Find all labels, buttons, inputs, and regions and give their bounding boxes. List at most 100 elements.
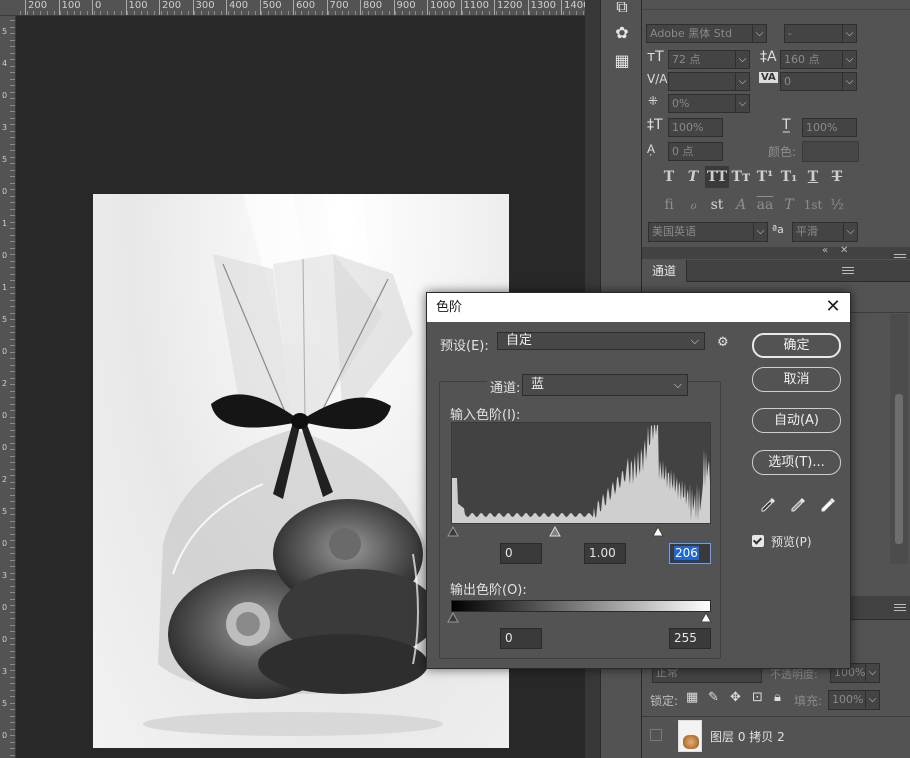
ruler-label: 3 — [2, 123, 8, 132]
baseline-shift-icon: A᷊ — [647, 142, 656, 156]
channels-scrollbar[interactable] — [890, 314, 908, 564]
ruler-label: 0 — [2, 603, 8, 612]
grid-table-icon[interactable]: ▦ — [612, 52, 632, 70]
subscript-toggle[interactable]: T₁ — [777, 166, 801, 188]
strikethrough-toggle[interactable]: T — [825, 166, 849, 188]
swatches-palette-icon[interactable]: ✿ — [612, 24, 632, 42]
output-levels-label: 输出色阶(O): — [450, 583, 527, 598]
options-button[interactable]: 选项(T)... — [752, 450, 841, 475]
leading-field[interactable]: 160 点 ⌵ — [780, 50, 857, 69]
input-levels-label: 输入色阶(I): — [450, 408, 521, 423]
lock-image-icon[interactable]: ✎ — [708, 690, 719, 705]
underline-toggle[interactable]: T — [801, 166, 825, 188]
stylistic-alternates-toggle[interactable]: aa — [753, 194, 777, 216]
horizontal-scale-field[interactable]: 100% — [802, 118, 857, 137]
all-caps-toggle[interactable]: TT — [705, 166, 729, 188]
lock-transparent-icon[interactable]: ▦ — [686, 690, 698, 705]
tracking-icon: VA — [759, 72, 778, 83]
close-panel-icon[interactable]: ✕ — [840, 245, 848, 256]
dialog-titlebar[interactable]: 色阶 ✕ — [427, 293, 850, 322]
font-size-icon: ᴛT — [647, 49, 664, 65]
ordinals-toggle[interactable]: 1st — [801, 194, 825, 216]
tab-channels[interactable]: 通道 — [642, 260, 688, 282]
small-caps-toggle[interactable]: Tт — [729, 166, 753, 188]
faux-bold-toggle[interactable]: T — [657, 166, 681, 188]
output-white-slider[interactable] — [700, 612, 712, 623]
tsume-field[interactable]: 0% ⌵ — [668, 94, 750, 113]
antialias-select[interactable]: 平滑 ⌵ — [792, 222, 858, 242]
input-white-slider[interactable] — [652, 526, 664, 537]
close-icon[interactable]: ✕ — [823, 297, 843, 317]
preview-checkbox[interactable] — [752, 535, 764, 547]
antialias-icon: ªa — [772, 223, 784, 236]
ruler-label: 0 — [2, 187, 8, 196]
ruler-label: 0 — [2, 347, 8, 356]
channels-panel-header: 通道 — [642, 260, 910, 282]
language-select[interactable]: 美国英语 ⌵ — [648, 222, 768, 242]
lock-position-icon[interactable]: ✥ — [730, 690, 741, 705]
preset-select[interactable]: 自定 ⌵ — [497, 332, 705, 350]
font-style-select[interactable]: - ⌵ — [784, 24, 857, 43]
input-gamma-slider[interactable] — [549, 526, 561, 537]
input-slider-track[interactable] — [445, 526, 717, 538]
preset-options-gear-icon[interactable]: ⚙ — [717, 335, 729, 350]
layer-row[interactable]: 图层 0 拷贝 2 — [642, 716, 910, 758]
discretionary-ligatures-toggle[interactable]: st — [705, 194, 729, 216]
fractions-toggle[interactable]: ½ — [825, 194, 849, 216]
channel-select[interactable]: 蓝 ⌵ — [522, 374, 688, 396]
titling-alternates-toggle[interactable]: T — [777, 194, 801, 216]
black-eyedropper-icon[interactable] — [759, 496, 777, 514]
ok-button[interactable]: 确定 — [752, 333, 841, 358]
auto-button[interactable]: 自动(A) — [752, 408, 841, 433]
input-black-field[interactable]: 0 — [500, 543, 542, 564]
input-gamma-field[interactable]: 1.00 — [584, 543, 626, 564]
output-slider-track[interactable] — [445, 612, 717, 624]
layer-thumbnail — [678, 720, 702, 752]
cancel-button[interactable]: 取消 — [752, 367, 841, 392]
white-eyedropper-icon[interactable] — [819, 496, 837, 514]
old-style-toggle[interactable]: ℴ — [681, 194, 705, 216]
ruler-label: 1100 — [460, 0, 489, 15]
ruler-label: 200 — [24, 0, 48, 15]
font-family-select[interactable]: Adobe 黑体 Std ⌵ — [646, 24, 767, 43]
ruler-label: 1200 — [493, 0, 523, 15]
channels-menu-icon[interactable] — [842, 267, 854, 277]
photoshop-window: 200 100 0 100 200 300 400 500 600 700 800 900 1000 11… — [0, 0, 910, 758]
output-black-field[interactable]: 0 — [500, 628, 542, 649]
lock-all-icon[interactable]: 🔒︎ — [774, 690, 781, 705]
input-white-field[interactable]: 206 — [669, 543, 711, 564]
font-size-field[interactable]: 72 点 ⌵ — [668, 50, 750, 69]
panel-collapse-bar[interactable]: « ✕ — [642, 245, 910, 259]
ruler-label: 0 — [2, 251, 8, 260]
baseline-shift-field[interactable]: 0 点 — [668, 142, 723, 161]
kerning-field[interactable]: ⌵ — [668, 72, 750, 91]
tsume-icon: ⁜ — [648, 94, 659, 108]
preview-label: 预览(P) — [771, 535, 812, 549]
layer-visibility-toggle[interactable] — [650, 729, 662, 741]
ruler-label: 5 — [2, 699, 8, 708]
layers-menu-icon[interactable] — [894, 604, 906, 614]
collapse-icon[interactable]: « — [822, 245, 828, 256]
text-color-swatch[interactable] — [802, 141, 859, 162]
layer-name[interactable]: 图层 0 拷贝 2 — [710, 728, 785, 745]
superscript-toggle[interactable]: T¹ — [753, 166, 777, 188]
ruler-label: 600 — [292, 0, 316, 15]
input-black-slider[interactable] — [447, 526, 459, 537]
history-icon[interactable]: ⧉ — [612, 0, 632, 16]
ligatures-toggle[interactable]: fi — [657, 194, 681, 216]
preset-label: 预设(E): — [440, 339, 489, 354]
fill-field[interactable]: 100% ⌵ — [828, 690, 880, 710]
ruler-label: 0 — [2, 443, 8, 452]
tracking-field[interactable]: 0 ⌵ — [780, 72, 857, 91]
ruler-label: 300 — [192, 0, 215, 15]
output-black-slider[interactable] — [447, 612, 459, 623]
faux-italic-toggle[interactable]: T — [681, 166, 705, 188]
lock-artboard-icon[interactable]: ⊡ — [752, 690, 763, 705]
vertical-scale-field[interactable]: 100% — [668, 118, 723, 137]
ruler-label: 400 — [225, 0, 249, 15]
gray-eyedropper-icon[interactable] — [789, 496, 807, 514]
ruler-label: 100 — [125, 0, 148, 15]
swash-toggle[interactable]: A — [729, 194, 753, 216]
output-white-field[interactable]: 255 — [669, 628, 711, 649]
ruler-label: 500 — [259, 0, 282, 15]
